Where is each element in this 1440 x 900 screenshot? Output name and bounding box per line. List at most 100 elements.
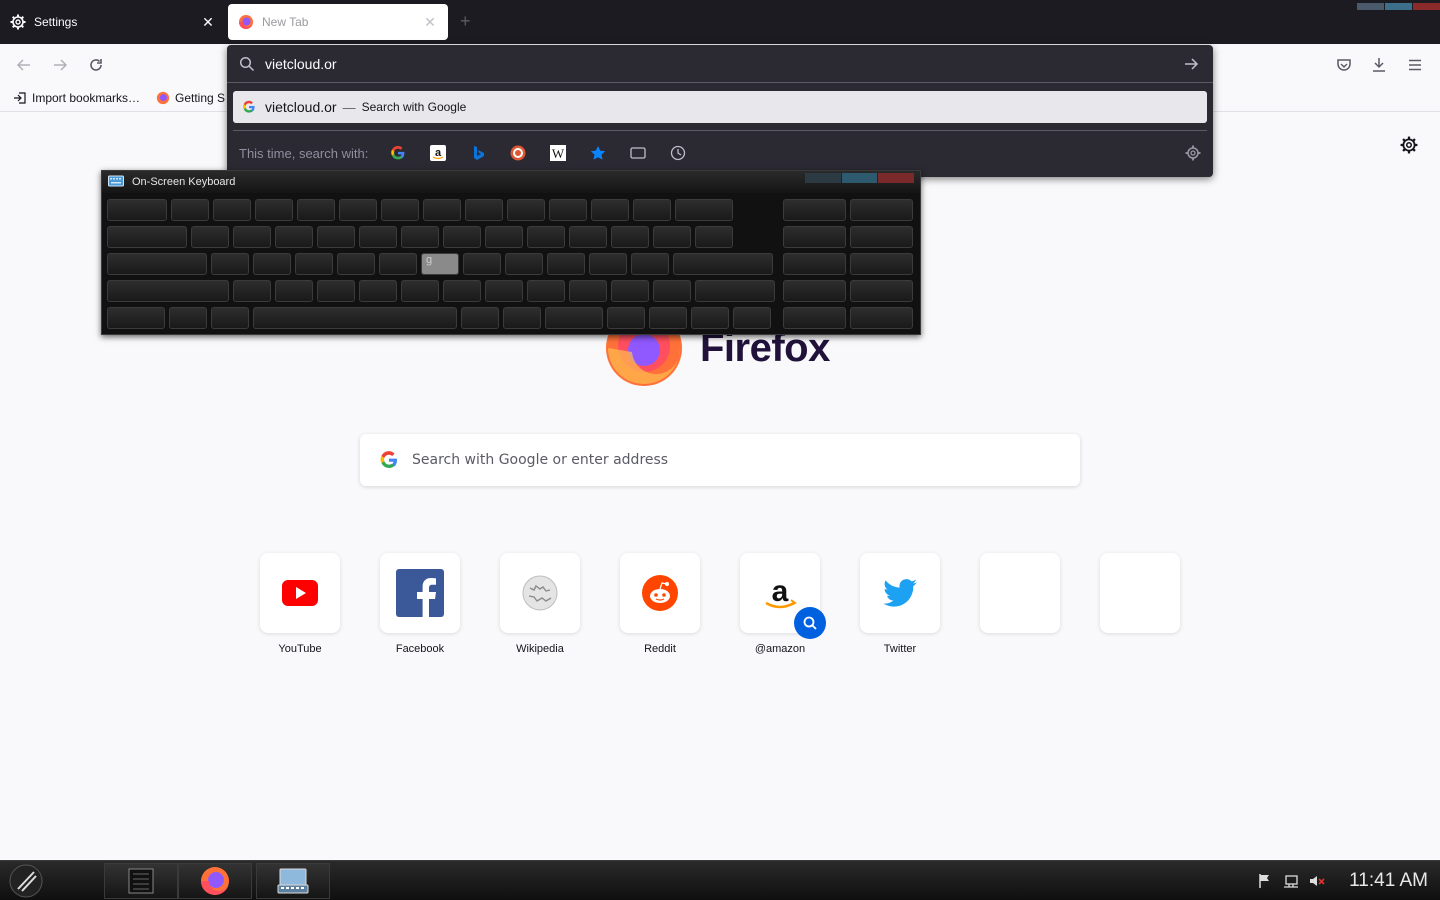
osk-key[interactable]	[485, 280, 523, 302]
top-site-youtube[interactable]: YouTube	[260, 553, 340, 655]
osk-key[interactable]	[379, 253, 417, 275]
osk-key[interactable]	[547, 253, 585, 275]
reload-button[interactable]	[85, 54, 107, 76]
osk-key[interactable]	[850, 199, 913, 221]
clock[interactable]: 11:41 AM	[1349, 870, 1428, 892]
site-tile[interactable]	[860, 553, 940, 633]
osk-key[interactable]	[337, 253, 375, 275]
pocket-button[interactable]	[1333, 54, 1355, 76]
bookmark-import[interactable]: Import bookmarks…	[12, 90, 140, 106]
osk-key[interactable]	[295, 253, 333, 275]
osk-key[interactable]	[359, 226, 397, 248]
osk-key[interactable]	[253, 307, 457, 329]
on-screen-keyboard-window[interactable]: On-Screen Keyboard g	[101, 170, 921, 335]
duckduckgo-icon[interactable]	[506, 141, 530, 165]
osk-key[interactable]	[545, 307, 603, 329]
osk-key[interactable]	[783, 253, 846, 275]
osk-key[interactable]	[171, 199, 209, 221]
osk-key[interactable]	[783, 199, 846, 221]
osk-key[interactable]	[783, 280, 846, 302]
site-tile-empty[interactable]	[980, 553, 1060, 633]
urlbar[interactable]	[227, 45, 1213, 83]
osk-key[interactable]	[569, 280, 607, 302]
osk-key[interactable]	[607, 307, 645, 329]
wikipedia-icon[interactable]: W	[546, 141, 570, 165]
top-site-wikipedia[interactable]: Wikipedia	[500, 553, 580, 655]
osk-close-button[interactable]	[878, 173, 915, 183]
osk-key[interactable]	[527, 280, 565, 302]
site-tile[interactable]	[260, 553, 340, 633]
site-tile-empty[interactable]	[1100, 553, 1180, 633]
osk-key[interactable]	[107, 280, 229, 302]
downloads-button[interactable]	[1368, 54, 1390, 76]
osk-key[interactable]	[213, 199, 251, 221]
osk-key[interactable]	[549, 199, 587, 221]
maximize-button[interactable]	[1385, 3, 1412, 10]
osk-key[interactable]	[633, 199, 671, 221]
app-menu-button[interactable]	[1404, 54, 1426, 76]
go-arrow-icon[interactable]	[1181, 54, 1201, 74]
osk-key[interactable]	[107, 199, 167, 221]
bookmark-getting-started[interactable]: Getting S	[155, 90, 225, 106]
site-tile[interactable]	[620, 553, 700, 633]
site-tile[interactable]: a	[740, 553, 826, 639]
osk-key[interactable]	[169, 307, 207, 329]
amazon-icon[interactable]: a	[426, 141, 450, 165]
osk-maximize-button[interactable]	[841, 173, 878, 183]
osk-key[interactable]	[850, 307, 913, 329]
google-icon[interactable]	[386, 141, 410, 165]
osk-key[interactable]	[611, 226, 649, 248]
osk-key[interactable]	[850, 226, 913, 248]
newtab-search-box[interactable]: Search with Google or enter address	[360, 434, 1080, 486]
osk-key[interactable]	[503, 307, 541, 329]
osk-key[interactable]	[233, 280, 271, 302]
customize-gear-icon[interactable]	[1398, 134, 1420, 156]
osk-key[interactable]	[211, 307, 249, 329]
flag-icon[interactable]	[1255, 871, 1275, 891]
osk-key[interactable]	[107, 253, 207, 275]
osk-key[interactable]	[443, 226, 481, 248]
osk-key[interactable]	[233, 226, 271, 248]
osk-key[interactable]	[423, 199, 461, 221]
osk-key[interactable]	[253, 253, 291, 275]
bookmarks-star-icon[interactable]	[586, 141, 610, 165]
osk-key[interactable]	[569, 226, 607, 248]
osk-window-controls[interactable]	[804, 173, 915, 183]
top-site-empty[interactable]	[1100, 553, 1180, 633]
top-site-empty[interactable]	[980, 553, 1060, 633]
search-settings-gear-icon[interactable]	[1183, 143, 1203, 163]
new-tab-button[interactable]: +	[460, 12, 471, 30]
top-site-twitter[interactable]: Twitter	[860, 553, 940, 655]
start-button[interactable]	[6, 863, 46, 899]
osk-key[interactable]	[850, 280, 913, 302]
tab-settings[interactable]: Settings ✕	[0, 4, 226, 40]
history-icon[interactable]	[666, 141, 690, 165]
site-tile[interactable]	[500, 553, 580, 633]
osk-key[interactable]	[691, 307, 729, 329]
osk-key[interactable]	[527, 226, 565, 248]
osk-key[interactable]	[443, 280, 481, 302]
osk-key[interactable]	[275, 226, 313, 248]
osk-key[interactable]	[381, 199, 419, 221]
url-input[interactable]	[265, 55, 1181, 72]
close-tab-button[interactable]: ✕	[422, 14, 438, 31]
osk-key[interactable]	[695, 280, 775, 302]
osk-key[interactable]	[733, 307, 771, 329]
osk-key[interactable]	[255, 199, 293, 221]
volume-muted-icon[interactable]	[1307, 871, 1327, 891]
network-icon[interactable]	[1281, 871, 1301, 891]
osk-minimize-button[interactable]	[805, 173, 841, 183]
osk-key[interactable]	[275, 280, 313, 302]
osk-key[interactable]	[461, 307, 499, 329]
back-button[interactable]	[13, 54, 35, 76]
osk-key[interactable]	[107, 307, 165, 329]
osk-key[interactable]	[653, 280, 691, 302]
osk-key[interactable]	[317, 280, 355, 302]
osk-key[interactable]	[649, 307, 687, 329]
taskbar-firefox-app[interactable]	[178, 863, 252, 899]
osk-key-active[interactable]: g	[421, 253, 459, 275]
minimize-button[interactable]	[1357, 3, 1384, 10]
osk-key[interactable]	[589, 253, 627, 275]
close-tab-button[interactable]: ✕	[200, 14, 216, 31]
osk-key[interactable]	[401, 226, 439, 248]
